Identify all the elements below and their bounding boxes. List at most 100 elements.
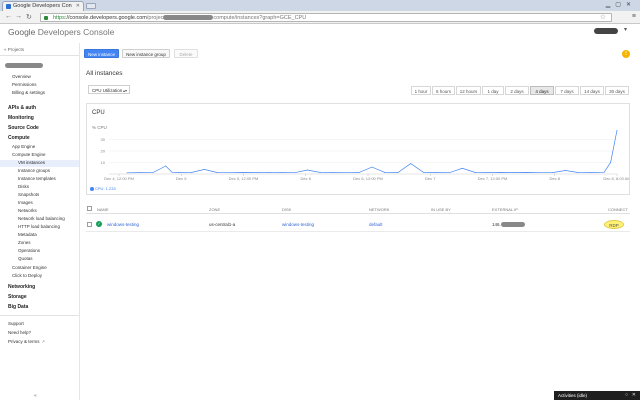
console-header: Google Developers Console ▾	[0, 25, 640, 39]
sidebar-item-big-data[interactable]: Big Data	[8, 304, 28, 310]
time-range-1-day[interactable]: 1 day	[482, 86, 504, 95]
select-all-checkbox[interactable]	[87, 206, 92, 211]
instance-name-link[interactable]: windows-testing	[107, 222, 139, 227]
divider	[0, 315, 79, 316]
star-icon[interactable]: ☆	[600, 13, 606, 21]
data-point	[165, 165, 167, 167]
sidebar-item-snapshots[interactable]: Snapshots	[18, 192, 39, 197]
sidebar-projects-link[interactable]: « Projects	[4, 47, 24, 52]
instance-network-link[interactable]: default	[369, 222, 383, 227]
divider	[0, 55, 79, 56]
data-point	[616, 129, 618, 131]
sidebar-item-need-help[interactable]: Need help?	[8, 330, 31, 335]
rdp-connect-button[interactable]: RDP	[604, 220, 624, 229]
new-tab-button[interactable]	[86, 3, 96, 9]
x-tick-label: Dec 6	[301, 176, 312, 181]
account-avatar[interactable]	[594, 28, 618, 34]
address-bar[interactable]: https://console.developers.google.com/pr…	[40, 13, 612, 22]
data-point	[171, 171, 173, 173]
data-point	[216, 172, 218, 174]
time-range-30-days[interactable]: 30 days	[605, 86, 629, 95]
data-point	[526, 172, 528, 173]
instance-external-ip: 146.	[492, 222, 525, 228]
reload-icon[interactable]: ↻	[26, 13, 32, 21]
new-instance-group-button[interactable]: New instance group	[122, 49, 170, 58]
close-icon[interactable]: ✕	[632, 392, 636, 398]
redacted-ip	[500, 222, 525, 228]
sidebar: « Projects Overview Permissions Billing …	[0, 43, 80, 400]
row-checkbox[interactable]	[87, 222, 92, 227]
instance-disk-link[interactable]: windows-testing	[282, 222, 314, 227]
sidebar-item-instance-groups[interactable]: Instance groups	[18, 168, 50, 173]
metric-select[interactable]: CPU Utilization ▴▾	[88, 85, 130, 94]
y-tick-label: 20	[101, 149, 106, 154]
data-point	[461, 167, 463, 169]
sidebar-item-overview[interactable]: Overview	[12, 74, 31, 79]
column-header-name[interactable]: NAME	[97, 207, 109, 212]
data-point	[242, 172, 244, 173]
sidebar-item-privacy[interactable]: Privacy & terms ↗	[8, 339, 45, 344]
sidebar-item-networking[interactable]: Networking	[8, 284, 35, 290]
time-range-4-days[interactable]: 4 days	[530, 86, 554, 95]
sidebar-item-click-to-deploy[interactable]: Click to Deploy	[12, 273, 42, 278]
browser-tab[interactable]: Google Developers Con ✕	[2, 1, 84, 11]
refresh-icon[interactable]: ○	[625, 392, 628, 398]
window-controls[interactable]: ▁▢✕	[606, 1, 636, 8]
menu-icon[interactable]: ≡	[632, 13, 636, 20]
sidebar-item-apis[interactable]: APIs & auth	[8, 105, 36, 111]
url-path-end: compute/instances?graph=GCE_CPU	[213, 15, 307, 21]
sidebar-item-networks[interactable]: Networks	[18, 208, 37, 213]
cpu-chart-card: CPU % CPU 10 20 30 Dec 4, 12:00 PM Dec 5 Dec …	[86, 103, 630, 195]
cpu-chart[interactable]: 10 20 30 Dec 4, 12:00 PM Dec 5 Dec 5, 12:00 P…	[87, 104, 629, 186]
sidebar-item-quotas[interactable]: Quotas	[18, 256, 33, 261]
time-range-7-days[interactable]: 7 days	[555, 86, 579, 95]
console-logo[interactable]: Google Developers Console	[8, 27, 114, 37]
sidebar-item-billing[interactable]: Billing & settings	[12, 90, 45, 95]
sidebar-item-zones[interactable]: Zones	[18, 240, 31, 245]
close-tab-icon[interactable]: ✕	[76, 3, 80, 9]
time-range-12-hours[interactable]: 12 hours	[456, 86, 481, 95]
column-header-in-use-by: IN USE BY	[431, 207, 451, 212]
new-instance-button[interactable]: New instance	[84, 49, 119, 58]
sidebar-item-http-lb[interactable]: HTTP load balancing	[18, 224, 60, 229]
time-range-6-hours[interactable]: 6 hours	[432, 86, 455, 95]
data-point	[410, 163, 412, 165]
sidebar-item-instance-templates[interactable]: Instance templates	[18, 176, 56, 181]
data-point	[255, 172, 257, 174]
sidebar-item-compute-engine[interactable]: Compute Engine	[12, 152, 46, 157]
delete-button[interactable]: Delete	[174, 49, 198, 58]
sidebar-item-network-lb[interactable]: Network load balancing	[18, 216, 65, 221]
sidebar-item-compute[interactable]: Compute	[8, 135, 30, 141]
sidebar-item-source-code[interactable]: Source Code	[8, 125, 39, 131]
time-range-2-days[interactable]: 2 days	[505, 86, 529, 95]
sidebar-item-monitoring[interactable]: Monitoring	[8, 115, 34, 121]
chart-legend[interactable]: CPU: 1.233	[90, 186, 116, 191]
data-point	[610, 162, 611, 163]
sidebar-item-permissions[interactable]: Permissions	[12, 82, 37, 87]
data-point	[320, 172, 321, 173]
sidebar-item-disks[interactable]: Disks	[18, 184, 29, 189]
activities-bar[interactable]: Activities (idle) ○ ✕	[554, 391, 640, 400]
sidebar-item-metadata[interactable]: Metadata	[18, 232, 37, 237]
time-range-14-days[interactable]: 14 days	[580, 86, 604, 95]
chevron-down-icon[interactable]: ▾	[624, 26, 627, 33]
sidebar-item-app-engine[interactable]: App Engine	[12, 144, 35, 149]
sidebar-item-operations[interactable]: Operations	[18, 248, 40, 253]
data-point	[191, 172, 192, 173]
forward-arrow-icon[interactable]: →	[15, 13, 22, 20]
lock-icon	[44, 16, 48, 20]
info-icon[interactable]: !	[622, 50, 630, 58]
back-arrow-icon[interactable]: ←	[5, 13, 12, 20]
legend-swatch	[90, 186, 94, 191]
time-range-1-hour[interactable]: 1 hour	[411, 86, 431, 95]
sidebar-item-storage[interactable]: Storage	[8, 294, 27, 300]
sidebar-item-container-engine[interactable]: Container Engine	[12, 265, 47, 270]
sidebar-item-support[interactable]: Support	[8, 321, 24, 326]
data-point	[565, 170, 566, 171]
collapse-sidebar-icon[interactable]: «	[34, 393, 37, 399]
table-row[interactable]: windows-testing us-central1-a windows-te…	[86, 216, 630, 232]
redacted-project-name[interactable]	[5, 63, 43, 68]
sidebar-item-vm-instances[interactable]: VM instances	[0, 160, 79, 167]
url-path-start: /projec	[146, 15, 164, 21]
sidebar-item-images[interactable]: Images	[18, 200, 33, 205]
